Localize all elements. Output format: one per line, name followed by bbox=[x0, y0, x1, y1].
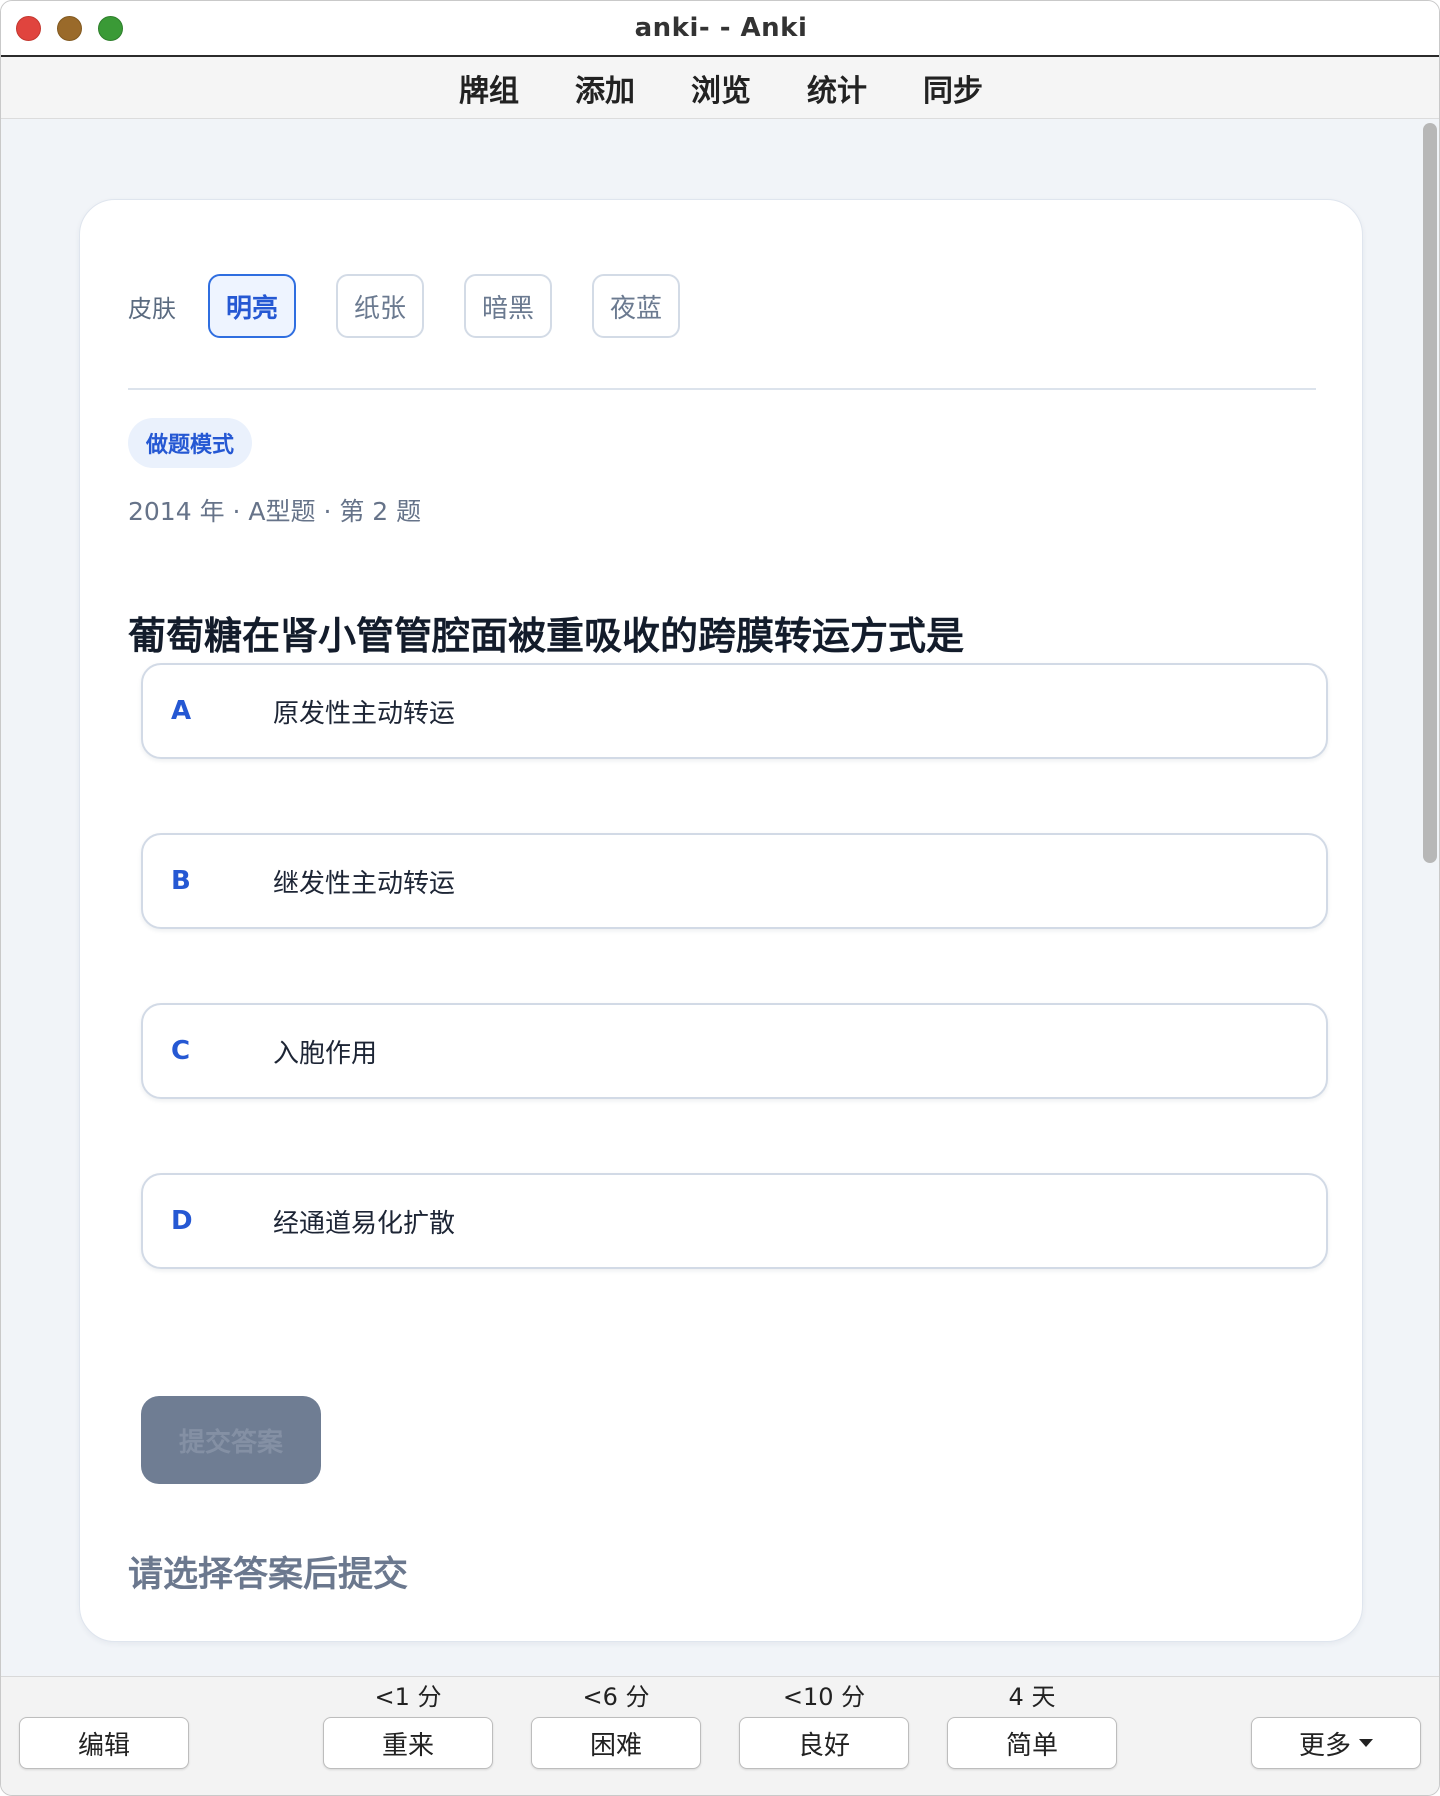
toolbar-browse[interactable]: 浏览 bbox=[691, 66, 751, 110]
option-a[interactable]: A 原发性主动转运 bbox=[141, 663, 1328, 759]
toolbar-add[interactable]: 添加 bbox=[575, 66, 635, 110]
hard-button[interactable]: 困难 bbox=[531, 1717, 701, 1769]
review-bottom-bar: 编辑 <1 分 重来 <6 分 困难 <10 分 良好 4 天 简单 更多 bbox=[1, 1676, 1439, 1795]
easy-interval: 4 天 bbox=[1008, 1683, 1056, 1711]
again-button[interactable]: 重来 bbox=[323, 1717, 493, 1769]
submit-answer-button[interactable]: 提交答案 bbox=[141, 1396, 321, 1484]
anki-window: anki- - Anki 牌组 添加 浏览 统计 同步 皮肤 明亮 纸张 暗黑 … bbox=[0, 0, 1440, 1796]
option-text: 继发性主动转运 bbox=[273, 868, 456, 899]
question-meta: 2014 年 · A型题 · 第 2 题 bbox=[128, 497, 422, 526]
minimize-window-button[interactable] bbox=[57, 16, 82, 41]
window-title: anki- - Anki bbox=[634, 13, 808, 43]
window-controls bbox=[16, 16, 123, 41]
toolbar-decks[interactable]: 牌组 bbox=[459, 66, 519, 110]
toolbar-sync[interactable]: 同步 bbox=[923, 66, 983, 110]
question-card: 皮肤 明亮 纸张 暗黑 夜蓝 做题模式 2014 年 · A型题 · 第 2 题… bbox=[79, 199, 1363, 1642]
option-text: 经通道易化扩散 bbox=[273, 1208, 456, 1239]
skin-paper-button[interactable]: 纸张 bbox=[336, 274, 424, 338]
more-label: 更多 bbox=[1298, 1730, 1351, 1761]
good-button[interactable]: 良好 bbox=[739, 1717, 909, 1769]
option-b[interactable]: B 继发性主动转运 bbox=[141, 833, 1328, 929]
skin-selector: 皮肤 明亮 纸张 暗黑 夜蓝 bbox=[128, 274, 720, 338]
edit-button[interactable]: 编辑 bbox=[19, 1717, 189, 1769]
close-window-button[interactable] bbox=[16, 16, 41, 41]
scrollbar-thumb[interactable] bbox=[1423, 123, 1437, 863]
mode-badge: 做题模式 bbox=[128, 418, 253, 468]
option-letter: A bbox=[171, 696, 192, 726]
main-toolbar: 牌组 添加 浏览 统计 同步 bbox=[1, 57, 1439, 119]
option-letter: D bbox=[171, 1206, 193, 1236]
hard-interval: <6 分 bbox=[582, 1683, 650, 1711]
option-letter: C bbox=[171, 1036, 191, 1066]
zoom-window-button[interactable] bbox=[98, 16, 123, 41]
more-button[interactable]: 更多 bbox=[1251, 1717, 1421, 1769]
skin-label: 皮肤 bbox=[128, 294, 176, 323]
question-text: 葡萄糖在肾小管管腔面被重吸收的跨膜转运方式是 bbox=[128, 614, 965, 658]
good-interval: <10 分 bbox=[782, 1683, 866, 1711]
option-text: 原发性主动转运 bbox=[273, 698, 456, 729]
easy-button[interactable]: 简单 bbox=[947, 1717, 1117, 1769]
option-d[interactable]: D 经通道易化扩散 bbox=[141, 1173, 1328, 1269]
option-letter: B bbox=[171, 866, 191, 896]
submit-hint: 请选择答案后提交 bbox=[128, 1555, 409, 1595]
option-c[interactable]: C 入胞作用 bbox=[141, 1003, 1328, 1099]
title-bar: anki- - Anki bbox=[1, 1, 1439, 57]
skin-dark-button[interactable]: 暗黑 bbox=[464, 274, 552, 338]
skin-bright-button[interactable]: 明亮 bbox=[208, 274, 296, 338]
divider bbox=[128, 388, 1316, 390]
caret-down-icon bbox=[1359, 1739, 1373, 1747]
toolbar-stats[interactable]: 统计 bbox=[807, 66, 867, 110]
again-interval: <1 分 bbox=[374, 1683, 442, 1711]
skin-night-blue-button[interactable]: 夜蓝 bbox=[592, 274, 680, 338]
option-text: 入胞作用 bbox=[273, 1038, 378, 1069]
